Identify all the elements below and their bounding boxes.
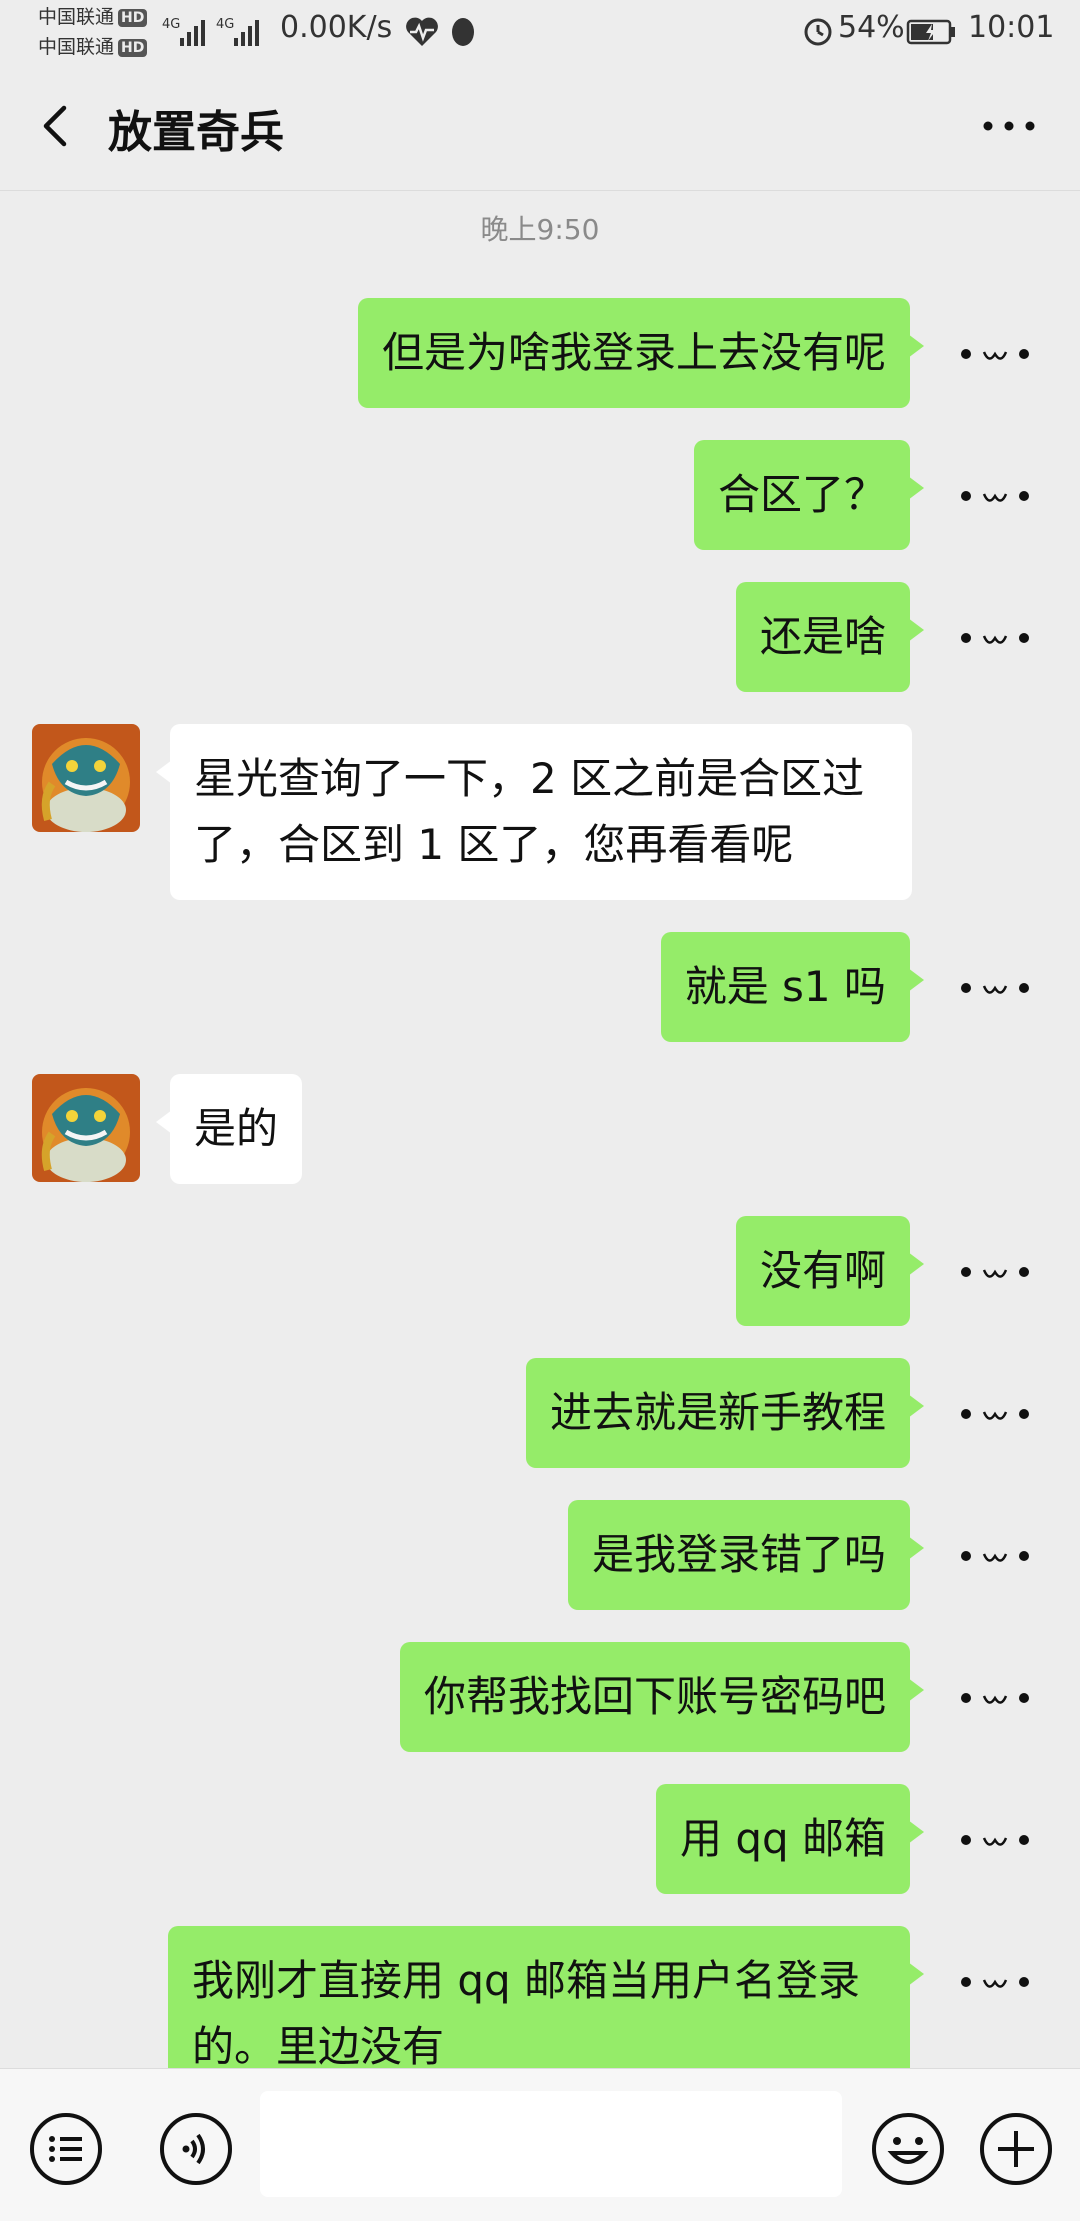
- clock: 10:01: [968, 10, 1055, 45]
- emoji-button[interactable]: [870, 2111, 946, 2187]
- battery-percent: 54%: [838, 10, 905, 45]
- more-button[interactable]: [974, 94, 1044, 158]
- emoji-icon: [872, 2113, 944, 2185]
- kaomoji-sticker-icon[interactable]: [956, 334, 1036, 374]
- chat-header: 放置奇兵: [0, 64, 1080, 191]
- game-dragon-avatar[interactable]: [32, 724, 140, 832]
- their-message-bubble[interactable]: 是的: [155, 1074, 303, 1184]
- svg-text:4G: 4G: [216, 17, 234, 32]
- signal-icon: 4G: [162, 17, 205, 46]
- menu-list-button[interactable]: [28, 2111, 104, 2187]
- net-speed: 0.00K/s: [280, 10, 393, 45]
- kaomoji-sticker-icon[interactable]: [956, 1394, 1036, 1434]
- signal-icon-2: 4G: [216, 17, 259, 46]
- my-message-bubble[interactable]: 用 qq 邮箱: [655, 1784, 925, 1894]
- kaomoji-sticker-icon[interactable]: [956, 476, 1036, 516]
- list-menu-icon: [30, 2113, 102, 2185]
- back-button[interactable]: [28, 94, 92, 158]
- my-message-bubble[interactable]: 合区了？: [693, 440, 925, 550]
- plus-icon: [980, 2113, 1052, 2185]
- voice-button[interactable]: [158, 2111, 234, 2187]
- my-message-bubble[interactable]: 你帮我找回下账号密码吧: [399, 1642, 925, 1752]
- chevron-left-icon: [43, 105, 67, 147]
- more-horizontal-icon: [983, 121, 1035, 131]
- input-bar: [0, 2068, 1080, 2221]
- kaomoji-sticker-icon[interactable]: [956, 1678, 1036, 1718]
- voice-icon: [160, 2113, 232, 2185]
- message-timestamp: 晚上9:50: [480, 213, 600, 246]
- my-message-bubble[interactable]: 进去就是新手教程: [525, 1358, 925, 1468]
- kaomoji-sticker-icon[interactable]: [956, 1820, 1036, 1860]
- kaomoji-sticker-icon[interactable]: [956, 1962, 1036, 2002]
- their-message-bubble[interactable]: 星光查询了一下，2 区之前是合区过了，合区到 1 区了，您再看看呢: [156, 724, 912, 900]
- my-message-bubble[interactable]: 是我登录错了吗: [567, 1500, 925, 1610]
- kaomoji-sticker-icon[interactable]: [956, 968, 1036, 1008]
- my-message-bubble[interactable]: 就是 s1 吗: [660, 932, 925, 1042]
- qq-penguin-icon: [452, 18, 474, 46]
- add-attachment-button[interactable]: [978, 2111, 1054, 2187]
- kaomoji-sticker-icon[interactable]: [956, 1252, 1036, 1292]
- kaomoji-sticker-icon[interactable]: [956, 618, 1036, 658]
- chat-title: 放置奇兵: [108, 107, 284, 158]
- status-bar: 中国联通 HD 中国联通 HD 4G 4G 0.00K/s 54% 10:01: [0, 0, 1080, 64]
- my-message-bubble[interactable]: 没有啊: [735, 1216, 925, 1326]
- carrier-2: 中国联通 HD: [38, 36, 148, 58]
- game-dragon-avatar[interactable]: [32, 1074, 140, 1182]
- heart-rate-icon: [406, 17, 438, 46]
- message-input[interactable]: [260, 2091, 842, 2197]
- battery-charging-icon: [906, 19, 955, 45]
- svg-text:4G: 4G: [162, 17, 180, 32]
- alarm-icon: [804, 18, 832, 46]
- carrier-1: 中国联通 HD: [38, 6, 148, 28]
- my-message-bubble[interactable]: 但是为啥我登录上去没有呢: [357, 298, 925, 408]
- my-message-bubble[interactable]: 还是啥: [735, 582, 925, 692]
- kaomoji-sticker-icon[interactable]: [956, 1536, 1036, 1576]
